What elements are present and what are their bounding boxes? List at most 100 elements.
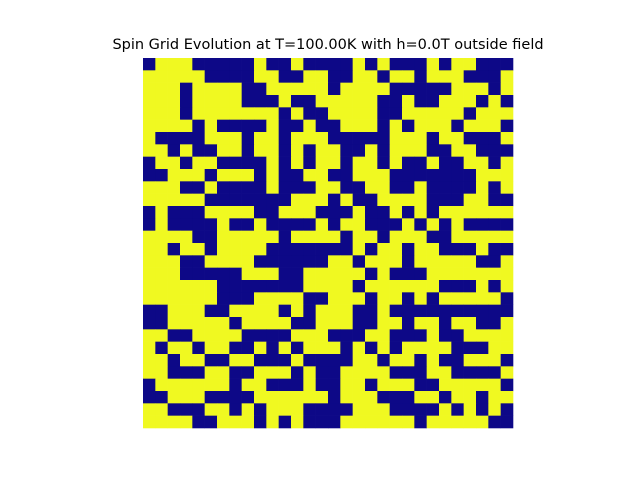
spin-cell-r27-c0 (143, 391, 156, 404)
spin-cell-r25-c25 (451, 366, 464, 379)
spin-cell-r18-c5 (204, 280, 218, 293)
spin-cell-r1-c22 (414, 70, 427, 83)
spin-cell-r16-c23 (426, 255, 440, 268)
spin-cell-r18-c10 (266, 280, 279, 293)
spin-cell-r11-c20 (389, 193, 403, 207)
spin-cell-r26-c20 (389, 378, 403, 392)
spin-cell-r27-c6 (217, 391, 230, 404)
spin-cell-r22-c22 (414, 329, 427, 342)
spin-cell-r3-c21 (402, 95, 415, 108)
spin-cell-r9-c7 (229, 169, 242, 182)
spin-cell-r5-c23 (426, 119, 440, 133)
spin-cell-r1-c12 (291, 70, 304, 83)
spin-cell-r7-c24 (439, 144, 452, 157)
spin-cell-r17-c12 (291, 267, 304, 281)
spin-cell-r16-c12 (291, 255, 304, 268)
spin-cell-r25-c22 (414, 366, 427, 379)
spin-cell-r13-c18 (365, 218, 378, 231)
spin-cell-r12-c6 (217, 206, 230, 219)
spin-cell-r11-c5 (204, 193, 218, 207)
spin-cell-r28-c10 (266, 403, 279, 416)
spin-cell-r14-c9 (254, 230, 267, 244)
spin-cell-r1-c26 (463, 70, 477, 83)
spin-cell-r23-c11 (278, 341, 292, 355)
spin-cell-r15-c17 (352, 243, 366, 256)
spin-cell-r23-c26 (463, 341, 477, 355)
spin-cell-r13-c19 (377, 218, 390, 231)
spin-cell-r3-c16 (340, 95, 353, 108)
spin-cell-r9-c18 (365, 169, 378, 182)
spin-cell-r7-c16 (340, 144, 353, 157)
spin-cell-r13-c23 (426, 218, 440, 231)
spin-cell-r13-c29 (500, 218, 514, 231)
spin-cell-r13-c26 (463, 218, 477, 231)
spin-cell-r1-c6 (217, 70, 230, 83)
spin-cell-r22-c20 (389, 329, 403, 342)
spin-cell-r11-c14 (315, 193, 329, 207)
spin-cell-r12-c19 (377, 206, 390, 219)
spin-cell-r14-c0 (143, 230, 156, 244)
spin-cell-r16-c16 (340, 255, 353, 268)
spin-cell-r20-c12 (291, 304, 304, 318)
spin-cell-r6-c17 (352, 132, 366, 145)
spin-cell-r3-c11 (278, 95, 292, 108)
spin-cell-r4-c1 (155, 107, 168, 120)
spin-cell-r4-c10 (266, 107, 279, 120)
spin-cell-r5-c3 (180, 119, 193, 133)
spin-cell-r14-c6 (217, 230, 230, 244)
spin-cell-r9-c20 (389, 169, 403, 182)
spin-cell-r11-c6 (217, 193, 230, 207)
spin-cell-r16-c6 (217, 255, 230, 268)
spin-cell-r20-c1 (155, 304, 168, 318)
spin-cell-r3-c3 (180, 95, 193, 108)
spin-cell-r27-c7 (229, 391, 242, 404)
spin-cell-r24-c28 (488, 354, 501, 367)
spin-cell-r2-c18 (365, 82, 378, 96)
spin-cell-r29-c20 (389, 415, 403, 429)
spin-cell-r10-c4 (192, 181, 205, 194)
spin-cell-r29-c27 (476, 415, 489, 429)
spin-cell-r15-c24 (439, 243, 452, 256)
spin-cell-r12-c17 (352, 206, 366, 219)
spin-cell-r10-c26 (463, 181, 477, 194)
spin-cell-r8-c9 (254, 156, 267, 170)
spin-cell-r25-c27 (476, 366, 489, 379)
spin-cell-r1-c3 (180, 70, 193, 83)
spin-cell-r9-c6 (217, 169, 230, 182)
spin-cell-r8-c0 (143, 156, 156, 170)
spin-cell-r21-c11 (278, 317, 292, 330)
spin-cell-r23-c20 (389, 341, 403, 355)
spin-cell-r4-c13 (303, 107, 316, 120)
spin-cell-r19-c14 (315, 292, 329, 305)
spin-cell-r27-c26 (463, 391, 477, 404)
spin-cell-r25-c15 (328, 366, 341, 379)
spin-cell-r6-c29 (500, 132, 514, 145)
spin-cell-r14-c29 (500, 230, 514, 244)
spin-cell-r29-c22 (414, 415, 427, 429)
spin-cell-r21-c2 (167, 317, 181, 330)
spin-cell-r28-c26 (463, 403, 477, 416)
spin-cell-r19-c0 (143, 292, 156, 305)
spin-cell-r22-c6 (217, 329, 230, 342)
spin-cell-r9-c25 (451, 169, 464, 182)
spin-cell-r17-c13 (303, 267, 316, 281)
spin-cell-r8-c1 (155, 156, 168, 170)
spin-cell-r20-c24 (439, 304, 452, 318)
spin-cell-r19-c29 (500, 292, 514, 305)
spin-cell-r11-c0 (143, 193, 156, 207)
spin-cell-r16-c3 (180, 255, 193, 268)
spin-cell-r5-c26 (463, 119, 477, 133)
spin-cell-r24-c5 (204, 354, 218, 367)
spin-cell-r17-c17 (352, 267, 366, 281)
spin-cell-r18-c19 (377, 280, 390, 293)
spin-cell-r21-c29 (500, 317, 514, 330)
spin-cell-r12-c28 (488, 206, 501, 219)
spin-cell-r17-c1 (155, 267, 168, 281)
spin-cell-r28-c12 (291, 403, 304, 416)
spin-cell-r8-c6 (217, 156, 230, 170)
spin-cell-r5-c24 (439, 119, 452, 133)
spin-cell-r22-c2 (167, 329, 181, 342)
spin-cell-r26-c4 (192, 378, 205, 392)
spin-cell-r14-c20 (389, 230, 403, 244)
spin-cell-r7-c9 (254, 144, 267, 157)
